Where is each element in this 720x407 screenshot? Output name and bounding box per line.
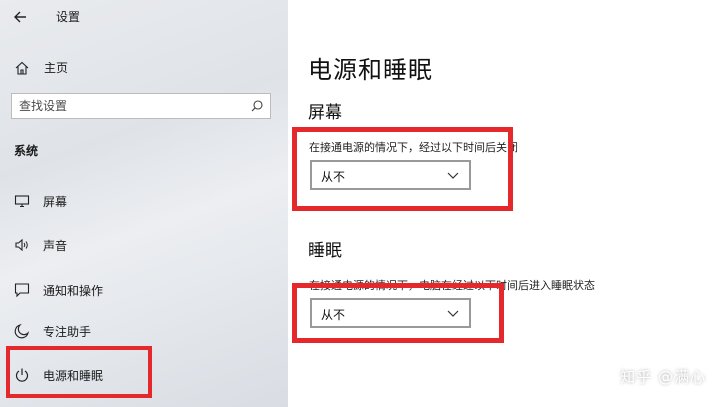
moon-icon xyxy=(14,323,30,339)
dropdown-value: 从不 xyxy=(321,170,346,184)
sidebar-item-label: 专注助手 xyxy=(43,325,92,339)
sidebar-item-label: 电源和睡眠 xyxy=(43,369,104,383)
chevron-down-icon xyxy=(447,172,459,179)
sidebar-item-label: 声音 xyxy=(43,239,68,253)
home-icon xyxy=(15,61,29,75)
main-content: 电源和睡眠 屏幕 在接通电源的情况下，经过以下时间后关闭 从不 睡眠 在接通电源… xyxy=(288,0,720,407)
sidebar-item-power-sleep[interactable]: 电源和睡眠 xyxy=(0,358,288,392)
page-title: 电源和睡眠 xyxy=(308,56,433,84)
section-title-sleep: 睡眠 xyxy=(308,241,342,261)
screen-timeout-dropdown[interactable]: 从不 xyxy=(310,160,471,190)
sidebar-item-notifications[interactable]: 通知和操作 xyxy=(0,273,288,307)
search-input[interactable] xyxy=(12,94,249,118)
watermark: 知乎 @满心 xyxy=(620,368,706,386)
sidebar-item-home[interactable]: 主页 xyxy=(14,58,214,78)
chevron-down-icon xyxy=(447,310,459,317)
title-bar: 设置 xyxy=(0,0,288,32)
home-label: 主页 xyxy=(44,61,69,75)
search-box[interactable] xyxy=(11,93,271,119)
speaker-icon xyxy=(15,238,28,252)
search-icon[interactable] xyxy=(250,99,264,113)
sleep-timeout-dropdown[interactable]: 从不 xyxy=(310,298,471,328)
sidebar-item-label: 通知和操作 xyxy=(43,284,104,298)
dropdown-value: 从不 xyxy=(321,308,346,322)
power-icon xyxy=(15,368,29,382)
back-arrow-icon[interactable] xyxy=(10,6,32,28)
sidebar-item-sound[interactable]: 声音 xyxy=(0,228,288,262)
app-title: 设置 xyxy=(56,10,81,24)
section-title-screen: 屏幕 xyxy=(308,103,342,123)
sidebar-item-label: 屏幕 xyxy=(43,195,68,209)
sidebar-item-display[interactable]: 屏幕 xyxy=(0,184,288,218)
sidebar-item-focus-assist[interactable]: 专注助手 xyxy=(0,314,288,348)
section-label-system: 系统 xyxy=(14,144,39,158)
monitor-icon xyxy=(14,195,30,208)
notification-icon xyxy=(14,283,30,298)
sleep-description: 在接通电源的情况下，电脑在经过以下时间后进入睡眠状态 xyxy=(309,279,595,292)
screen-description: 在接通电源的情况下，经过以下时间后关闭 xyxy=(309,141,518,154)
sidebar: 设置 主页 系统 屏幕 声音 通知和操作 xyxy=(0,0,288,407)
